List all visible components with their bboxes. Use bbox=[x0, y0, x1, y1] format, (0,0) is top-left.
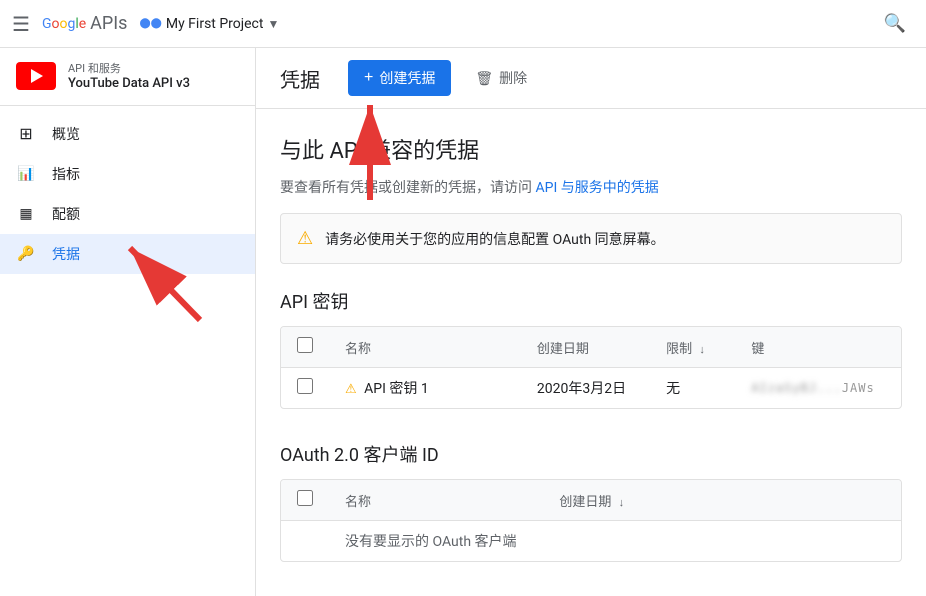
delete-label: 删除 bbox=[499, 68, 527, 88]
warning-icon: ⚠ bbox=[297, 228, 313, 249]
table-row: ⚠ API 密钥 1 2020年3月2日 无 AIzaSyBJ...JAWs bbox=[281, 368, 901, 409]
service-info: API 和服务 YouTube Data API v3 bbox=[68, 60, 190, 93]
select-all-oauth[interactable] bbox=[297, 490, 313, 506]
api-key-1-key: AIzaSyBJ...JAWs bbox=[735, 368, 901, 409]
nav-items: ⊞ 概览 📊 指标 ▦ 配额 🔑 凭据 bbox=[0, 106, 255, 282]
api-keys-title: API 密钥 bbox=[280, 288, 902, 314]
sidebar-label-credentials: 凭据 bbox=[52, 244, 80, 264]
section-description: 要查看所有凭据或创建新的凭据，请访问 API 与服务中的凭据 bbox=[280, 177, 902, 197]
sidebar-item-credentials[interactable]: 🔑 凭据 bbox=[0, 234, 255, 274]
content-body: 与此 API 兼容的凭据 要查看所有凭据或创建新的凭据，请访问 API 与服务中… bbox=[256, 109, 926, 596]
oauth-title: OAuth 2.0 客户端 ID bbox=[280, 441, 902, 467]
google-logo-text: Google bbox=[42, 16, 86, 32]
api-keys-col-key: 键 bbox=[735, 327, 901, 368]
project-selector[interactable]: ⬤⬤ My First Project ▼ bbox=[139, 16, 279, 32]
api-key-row-check bbox=[281, 368, 329, 409]
sidebar-item-quota[interactable]: ▦ 配额 bbox=[0, 194, 255, 234]
api-keys-col-date: 创建日期 bbox=[521, 327, 650, 368]
project-dropdown-icon: ▼ bbox=[267, 17, 279, 31]
section-heading: 与此 API 兼容的凭据 bbox=[280, 133, 902, 165]
api-key-1-name: ⚠ API 密钥 1 bbox=[329, 368, 521, 409]
api-keys-col-check bbox=[281, 327, 329, 368]
delete-button[interactable]: 🗑 删除 bbox=[463, 60, 539, 96]
sidebar-item-overview[interactable]: ⊞ 概览 bbox=[0, 114, 255, 154]
sidebar: API 和服务 YouTube Data API v3 ⊞ 概览 📊 指标 ▦ … bbox=[0, 48, 256, 596]
oauth-col-name: 名称 bbox=[329, 480, 543, 521]
search-icon[interactable]: 🔍 bbox=[876, 5, 914, 42]
api-keys-col-limit: 限制 ↓ bbox=[650, 327, 735, 368]
warning-banner: ⚠ 请务必使用关于您的应用的信息配置 OAuth 同意屏幕。 bbox=[280, 213, 902, 264]
metrics-icon: 📊 bbox=[16, 166, 36, 182]
sidebar-item-metrics[interactable]: 📊 指标 bbox=[0, 154, 255, 194]
oauth-empty-text: 没有要显示的 OAuth 客户端 bbox=[329, 521, 901, 562]
limit-sort-icon: ↓ bbox=[699, 343, 705, 356]
apis-text: APIs bbox=[90, 13, 127, 34]
overview-icon: ⊞ bbox=[16, 124, 36, 143]
api-keys-table: 名称 创建日期 限制 ↓ 键 bbox=[280, 326, 902, 409]
project-dots-icon: ⬤⬤ bbox=[139, 18, 161, 29]
plus-icon: + bbox=[364, 69, 373, 87]
api-key-1-checkbox[interactable] bbox=[297, 378, 313, 394]
content-header: 凭据 + 创建凭据 🗑 删除 bbox=[256, 48, 926, 109]
section-desc-link[interactable]: API 与服务中的凭据 bbox=[535, 180, 658, 196]
layout: API 和服务 YouTube Data API v3 ⊞ 概览 📊 指标 ▦ … bbox=[0, 48, 926, 596]
topbar: ☰ Google APIs ⬤⬤ My First Project ▼ 🔍 bbox=[0, 0, 926, 48]
oauth-table: 名称 创建日期 ↓ 没有要显示的 OAuth 客户端 bbox=[280, 479, 902, 562]
page-title: 凭据 bbox=[280, 64, 320, 93]
youtube-icon bbox=[16, 62, 56, 90]
api-key-1-date: 2020年3月2日 bbox=[521, 368, 650, 409]
topbar-left: ☰ Google APIs ⬤⬤ My First Project ▼ bbox=[12, 12, 864, 36]
main-content: 凭据 + 创建凭据 🗑 删除 与此 API 兼容的凭据 要查看所有凭据或创建新的… bbox=[256, 48, 926, 596]
api-key-warn-icon: ⚠ bbox=[345, 382, 357, 397]
oauth-date-sort-icon: ↓ bbox=[619, 496, 625, 509]
youtube-play-icon bbox=[31, 69, 43, 83]
service-name: YouTube Data API v3 bbox=[68, 76, 190, 93]
api-keys-col-name: 名称 bbox=[329, 327, 521, 368]
select-all-api-keys[interactable] bbox=[297, 337, 313, 353]
trash-icon: 🗑 bbox=[475, 70, 493, 87]
topbar-right: 🔍 bbox=[876, 5, 914, 42]
credentials-icon: 🔑 bbox=[16, 246, 36, 262]
oauth-empty-row: 没有要显示的 OAuth 客户端 bbox=[281, 521, 901, 562]
hamburger-icon[interactable]: ☰ bbox=[12, 12, 30, 36]
sidebar-label-metrics: 指标 bbox=[52, 164, 80, 184]
oauth-col-check bbox=[281, 480, 329, 521]
google-apis-logo: Google APIs bbox=[42, 13, 128, 34]
project-name: My First Project bbox=[166, 16, 264, 32]
sidebar-label-overview: 概览 bbox=[52, 124, 80, 144]
oauth-col-date: 创建日期 ↓ bbox=[543, 480, 901, 521]
api-key-1-limit: 无 bbox=[650, 368, 735, 409]
create-credentials-label: 创建凭据 bbox=[379, 68, 435, 88]
sidebar-label-quota: 配额 bbox=[52, 204, 80, 224]
service-header: API 和服务 YouTube Data API v3 bbox=[0, 48, 255, 106]
warning-text: 请务必使用关于您的应用的信息配置 OAuth 同意屏幕。 bbox=[325, 229, 665, 249]
create-credentials-button[interactable]: + 创建凭据 bbox=[348, 60, 451, 96]
quota-icon: ▦ bbox=[16, 206, 36, 222]
section-desc-prefix: 要查看所有凭据或创建新的凭据，请访问 bbox=[280, 180, 532, 196]
service-label: API 和服务 bbox=[68, 60, 190, 76]
